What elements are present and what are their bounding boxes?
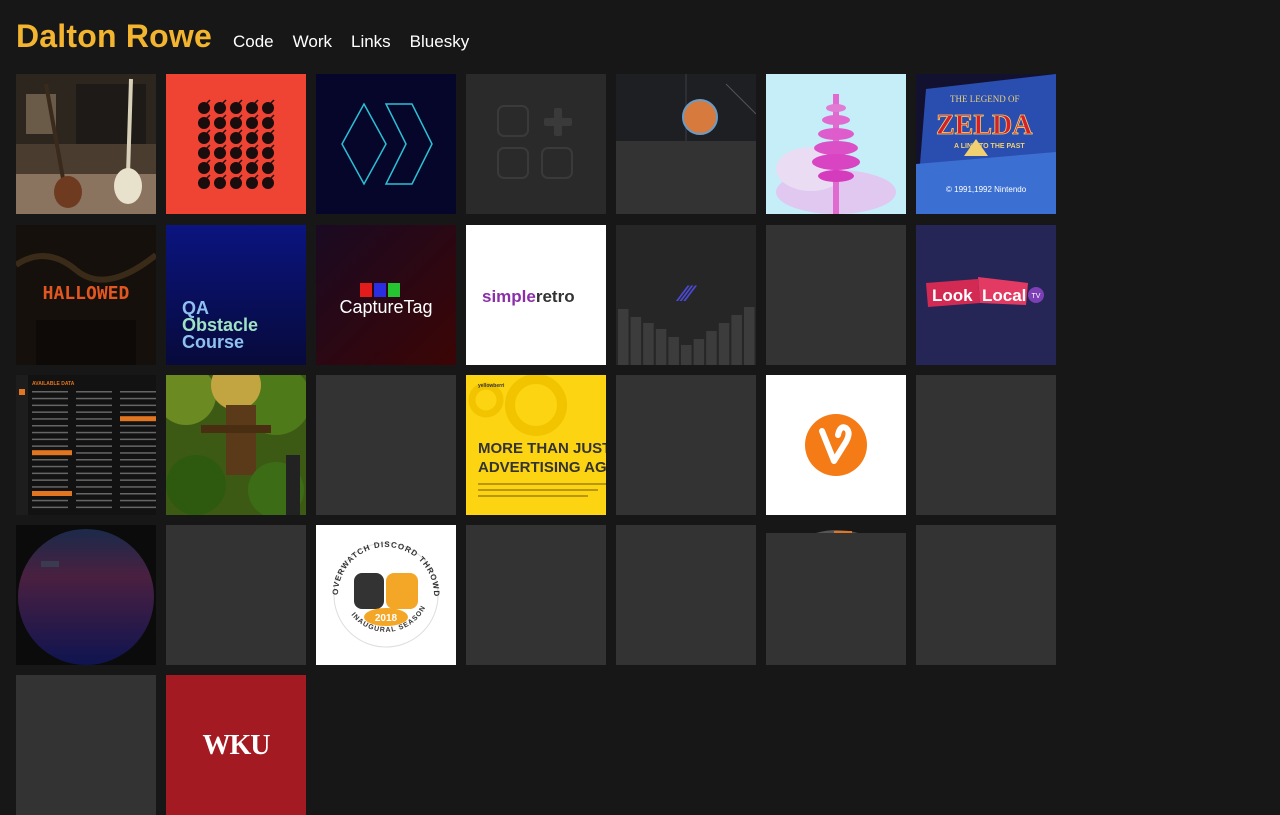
project-tile-equalizer[interactable]: ⁄⁄⁄ [616, 225, 756, 365]
project-tile-globe[interactable] [16, 525, 156, 665]
project-tile-simpleretro[interactable]: simpleretro [466, 225, 606, 365]
bomb-pattern-thumbnail [198, 99, 275, 189]
svg-text:ZELDA: ZELDA [936, 110, 1033, 141]
project-tile-capturetag[interactable]: CaptureTag [316, 225, 456, 365]
app-grid-icon [497, 105, 573, 179]
project-tile-placeholder[interactable] [916, 375, 1056, 515]
project-tile-wku[interactable]: WKU [166, 675, 306, 815]
wku-logo-icon: WKU [203, 730, 272, 761]
yellowberri-thumbnail: yellowberri MORE THAN JUST ADVERTISING A… [466, 375, 606, 515]
project-tile-yellowberri[interactable]: yellowberri MORE THAN JUST ADVERTISING A… [466, 375, 606, 515]
simpleretro-thumbnail: simpleretro [482, 287, 575, 306]
project-tile-hallowed[interactable]: HALLOWED [16, 225, 156, 365]
svg-text:Look: Look [932, 286, 973, 305]
3d-scene-thumbnail [616, 74, 756, 214]
project-tile-vine[interactable] [766, 375, 906, 515]
project-tile-placeholder[interactable] [616, 375, 756, 515]
svg-text:2018: 2018 [375, 613, 398, 624]
project-tile-partial-image[interactable] [766, 525, 906, 665]
svg-text:© 1991,1992 Nintendo: © 1991,1992 Nintendo [946, 185, 1027, 194]
svg-text:THE LEGEND OF: THE LEGEND OF [950, 94, 1020, 104]
project-tile-placeholder[interactable] [16, 675, 156, 815]
svg-text:TV: TV [1032, 293, 1041, 300]
svg-text:CaptureTag: CaptureTag [339, 297, 432, 317]
qa-course-thumbnail: QA Obstacle Course [166, 225, 306, 365]
hallowed-thumbnail: HALLOWED [16, 225, 156, 365]
nav-link-links[interactable]: Links [351, 32, 391, 52]
project-tile-placeholder[interactable] [766, 225, 906, 365]
project-tile-qa-course[interactable]: QA Obstacle Course [166, 225, 306, 365]
zelda-title-thumbnail: THE LEGEND OF ZELDA A LINK TO THE PAST ©… [916, 74, 1056, 214]
site-header: Dalton Rowe Code Work Links Bluesky [16, 18, 488, 55]
project-tile-data-panel[interactable]: AVAILABLE DATA [16, 375, 156, 515]
project-tile-forest[interactable] [166, 375, 306, 515]
site-title-link[interactable]: Dalton Rowe [16, 18, 212, 55]
svg-text:⁄⁄⁄: ⁄⁄⁄ [675, 281, 697, 306]
main-nav: Code Work Links Bluesky [233, 32, 488, 52]
svg-text:yellowberri: yellowberri [478, 383, 505, 389]
guitars-thumbnail [16, 74, 156, 214]
project-tile-tower[interactable] [766, 74, 906, 214]
nav-link-code[interactable]: Code [233, 32, 274, 52]
svg-text:MORE THAN JUST: MORE THAN JUST [478, 440, 606, 457]
equalizer-thumbnail: ⁄⁄⁄ [618, 281, 755, 365]
svg-text:Local: Local [982, 286, 1026, 305]
svg-text:HALLOWED: HALLOWED [43, 283, 130, 304]
project-tile-guitars[interactable] [16, 74, 156, 214]
globe-thumbnail [18, 529, 154, 665]
project-tile-placeholder[interactable] [916, 525, 1056, 665]
project-tile-app-grid[interactable] [466, 74, 606, 214]
project-tile-bombs[interactable] [166, 74, 306, 214]
chevron-logo-icon [341, 102, 433, 186]
svg-text:simpleretro: simpleretro [482, 287, 575, 306]
tower-thumbnail [766, 74, 906, 214]
looklocal-thumbnail: Look Local TV [926, 277, 1044, 307]
nav-link-work[interactable]: Work [293, 32, 332, 52]
svg-text:A LINK TO THE PAST: A LINK TO THE PAST [954, 143, 1025, 150]
vine-logo-icon [805, 414, 867, 476]
project-tile-3d-scene[interactable] [616, 74, 756, 214]
project-tile-looklocal[interactable]: Look Local TV [916, 225, 1056, 365]
project-tile-placeholder[interactable] [316, 375, 456, 515]
svg-text:AVAILABLE DATA: AVAILABLE DATA [32, 381, 75, 387]
data-panel-thumbnail: AVAILABLE DATA [16, 375, 156, 515]
project-tile-placeholder[interactable] [466, 525, 606, 665]
project-tile-chevrons[interactable] [316, 74, 456, 214]
overwatch-throwdown-logo-icon: OVERWATCH DISCORD THROWDOWN INAUGURAL SE… [316, 525, 440, 648]
project-tile-zelda[interactable]: THE LEGEND OF ZELDA A LINK TO THE PAST ©… [916, 74, 1056, 214]
nav-link-bluesky[interactable]: Bluesky [410, 32, 470, 52]
partial-image-thumbnail [766, 525, 906, 533]
project-tile-placeholder[interactable] [616, 525, 756, 665]
svg-text:ADVERTISING AG: ADVERTISING AG [478, 459, 606, 476]
project-tile-placeholder[interactable] [166, 525, 306, 665]
project-tile-overwatch[interactable]: OVERWATCH DISCORD THROWDOWN INAUGURAL SE… [316, 525, 456, 665]
forest-thumbnail [166, 375, 306, 515]
svg-text:Course: Course [182, 332, 244, 352]
capturetag-thumbnail: CaptureTag [316, 225, 456, 365]
svg-text:WKU: WKU [203, 730, 271, 761]
